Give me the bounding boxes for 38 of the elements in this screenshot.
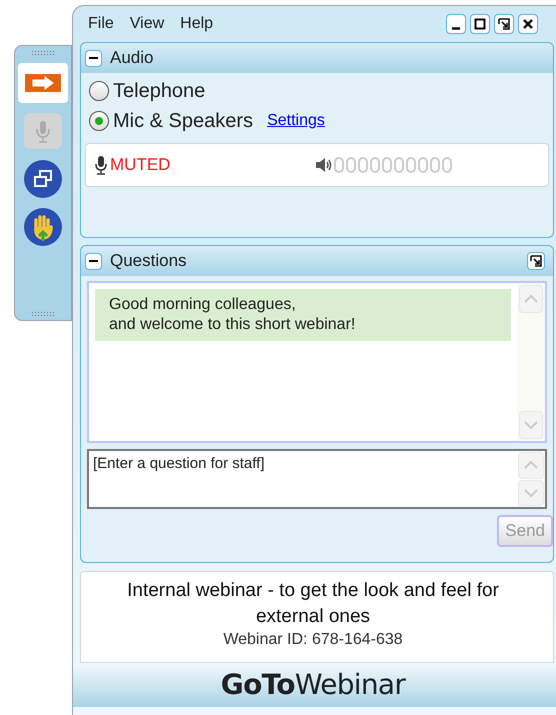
radio-button[interactable] — [89, 81, 109, 101]
maximize-icon — [473, 17, 487, 31]
minimize-icon — [452, 26, 460, 30]
menu-item[interactable]: File — [88, 12, 114, 36]
webinar-id: Webinar ID: 678-164-638 — [223, 630, 403, 650]
maximize-button[interactable] — [470, 14, 490, 34]
mute-status: MUTED — [110, 154, 170, 176]
menu-item[interactable]: Help — [180, 12, 214, 36]
hand-icon — [23, 207, 63, 247]
minimize-button[interactable] — [446, 14, 466, 34]
close-button[interactable] — [518, 14, 538, 34]
grip-handle[interactable] — [31, 50, 55, 55]
close-icon — [521, 17, 535, 31]
radio-label[interactable]: Telephone — [113, 76, 206, 106]
menu-item[interactable]: View — [130, 12, 164, 36]
popout-button[interactable] — [527, 252, 545, 270]
settings-link[interactable]: Settings — [267, 109, 325, 133]
chat-message: Good morning colleagues, and welcome to this short webinar! — [95, 289, 511, 341]
chevron-down-icon — [524, 488, 538, 497]
restore-button[interactable] — [494, 14, 514, 34]
restore-icon — [497, 17, 511, 31]
microphone-icon — [94, 155, 108, 175]
windows-icon — [23, 159, 63, 199]
popout-icon — [530, 255, 542, 267]
toolbar-button[interactable] — [18, 63, 68, 103]
grip-handle[interactable] — [31, 311, 55, 316]
radio-button[interactable] — [89, 111, 109, 131]
chevron-up-icon — [524, 461, 538, 470]
chevron-up-icon — [524, 295, 538, 303]
webinar-title: Internal webinar - to get the look and feel for external ones — [126, 579, 500, 629]
logo: GoToWebinar — [220, 667, 406, 703]
microphone-icon — [23, 112, 63, 150]
chevron-down-icon — [524, 421, 538, 429]
collapse-button[interactable] — [85, 252, 102, 270]
radio-label[interactable]: Mic & Speakers — [113, 106, 254, 136]
collapse-button[interactable] — [85, 50, 102, 66]
panel-title: Questions — [110, 250, 187, 272]
panel-title: Audio — [110, 47, 154, 70]
